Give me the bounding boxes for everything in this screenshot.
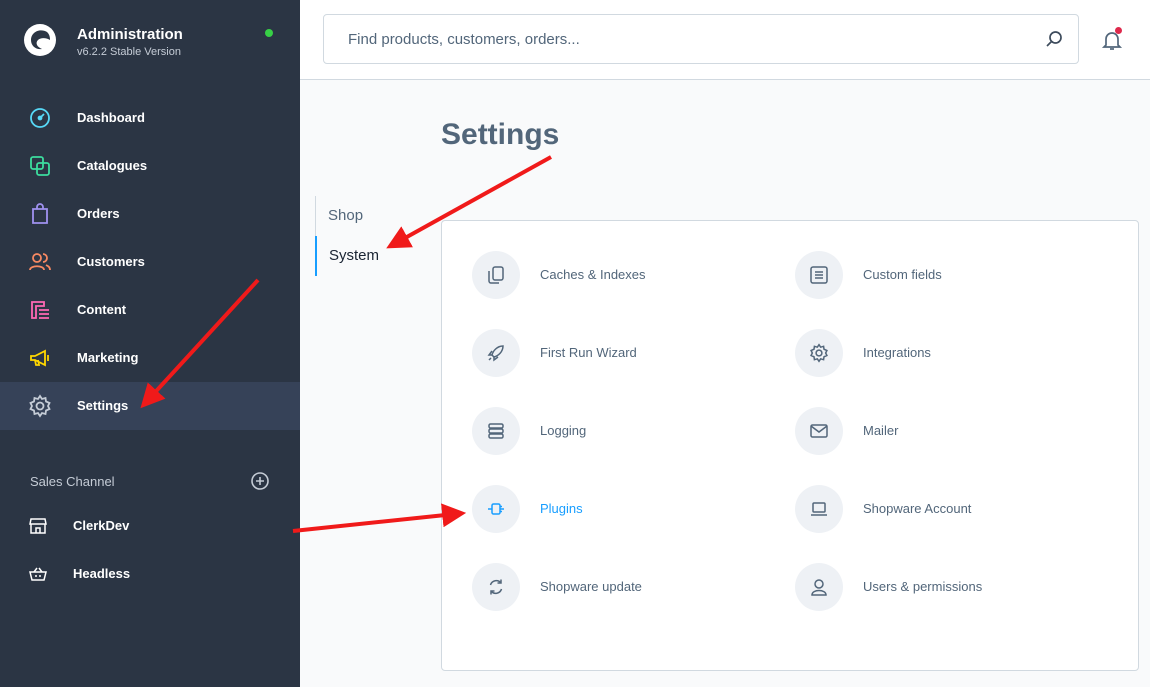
setting-icon-circle [472, 329, 520, 377]
setting-icon-circle [472, 407, 520, 455]
tab-shop[interactable]: Shop [315, 196, 425, 236]
shopware-logo-icon[interactable] [22, 22, 58, 58]
arrow-to-plugins [292, 503, 467, 533]
setting-label: Caches & Indexes [540, 267, 646, 282]
nav-label: Content [77, 302, 127, 317]
marketing-icon [30, 349, 49, 367]
database-icon [488, 423, 504, 439]
add-circle-icon[interactable] [250, 471, 270, 491]
search-input[interactable] [348, 31, 1028, 48]
nav-item-customers[interactable]: Customers [0, 238, 300, 286]
storefront-icon [29, 518, 47, 534]
rocket-icon [487, 345, 504, 362]
nav-item-settings[interactable]: Settings [0, 382, 300, 430]
setting-icon-circle [795, 407, 843, 455]
orders-icon [32, 203, 48, 224]
plug-icon [488, 503, 504, 515]
setting-icon-circle [472, 251, 520, 299]
setting-icon-circle [795, 485, 843, 533]
tab-system[interactable]: System [315, 236, 425, 276]
setting-label: First Run Wizard [540, 345, 637, 360]
nav-item-orders[interactable]: Orders [0, 190, 300, 238]
setting-icon-circle [472, 563, 520, 611]
brand: Administration v6.2.2 Stable Version [0, 0, 300, 78]
brand-title: Administration [77, 26, 183, 43]
setting-shopware-update[interactable]: Shopware update [472, 563, 772, 611]
basket-icon [29, 567, 47, 581]
page-title: Settings [441, 118, 560, 151]
setting-label: Logging [540, 423, 587, 438]
nav-item-content[interactable]: Content [0, 286, 300, 334]
nav-label: Customers [77, 254, 145, 269]
setting-icon-circle [472, 485, 520, 533]
setting-label: Integrations [863, 345, 931, 360]
nav-item-marketing[interactable]: Marketing [0, 334, 300, 382]
sales-channel-label: ClerkDev [73, 518, 130, 533]
setting-custom-fields[interactable]: Custom fields [795, 251, 1095, 299]
sales-channel-item-headless[interactable]: Headless [0, 550, 300, 598]
setting-shopware-account[interactable]: Shopware Account [795, 485, 1095, 533]
setting-icon-circle [795, 563, 843, 611]
nav-label: Catalogues [77, 158, 148, 173]
setting-first-run-wizard[interactable]: First Run Wizard [472, 329, 772, 377]
setting-label: Plugins [540, 501, 583, 516]
gear-icon [810, 343, 828, 363]
setting-label: Users & permissions [863, 579, 983, 594]
settings-tabs: Shop System [315, 196, 425, 276]
customers-icon [29, 253, 51, 271]
sidebar: Administration v6.2.2 Stable Version Das… [0, 0, 300, 687]
setting-caches-indexes[interactable]: Caches & Indexes [472, 251, 772, 299]
sales-channel-item-clerkdev[interactable]: ClerkDev [0, 502, 300, 550]
sync-icon [489, 579, 503, 595]
nav-label: Settings [77, 398, 129, 413]
settings-card: Caches & Indexes Custom fields First Run… [441, 220, 1139, 671]
nav-label: Orders [77, 206, 120, 221]
setting-logging[interactable]: Logging [472, 407, 772, 455]
status-indicator [265, 29, 273, 37]
setting-users-permissions[interactable]: Users & permissions [795, 563, 1095, 611]
laptop-icon [811, 502, 827, 516]
catalogues-icon [30, 156, 50, 176]
search-icon[interactable] [1044, 29, 1064, 49]
nav-label: Marketing [77, 350, 139, 365]
notification-badge [1115, 27, 1122, 34]
setting-icon-circle [795, 251, 843, 299]
copy-icon [488, 266, 504, 284]
setting-label: Custom fields [863, 267, 942, 282]
nav-item-dashboard[interactable]: Dashboard [0, 94, 300, 142]
content-icon [31, 301, 49, 319]
dashboard-icon [30, 108, 50, 128]
brand-version: v6.2.2 Stable Version [77, 46, 181, 58]
setting-icon-circle [795, 329, 843, 377]
setting-plugins[interactable]: Plugins [472, 485, 772, 533]
user-icon [811, 579, 827, 596]
sales-channel-header: Sales Channel [30, 474, 115, 489]
nav-item-catalogues[interactable]: Catalogues [0, 142, 300, 190]
setting-label: Shopware Account [863, 501, 972, 516]
setting-label: Shopware update [540, 579, 642, 594]
top-bar [300, 0, 1150, 80]
list-icon [810, 266, 828, 284]
envelope-icon [810, 424, 828, 438]
sales-channel-label: Headless [73, 566, 131, 581]
setting-label: Mailer [863, 423, 899, 438]
gear-icon [29, 394, 51, 418]
global-search [323, 14, 1079, 64]
setting-integrations[interactable]: Integrations [795, 329, 1095, 377]
nav-label: Dashboard [77, 110, 145, 125]
setting-mailer[interactable]: Mailer [795, 407, 1095, 455]
